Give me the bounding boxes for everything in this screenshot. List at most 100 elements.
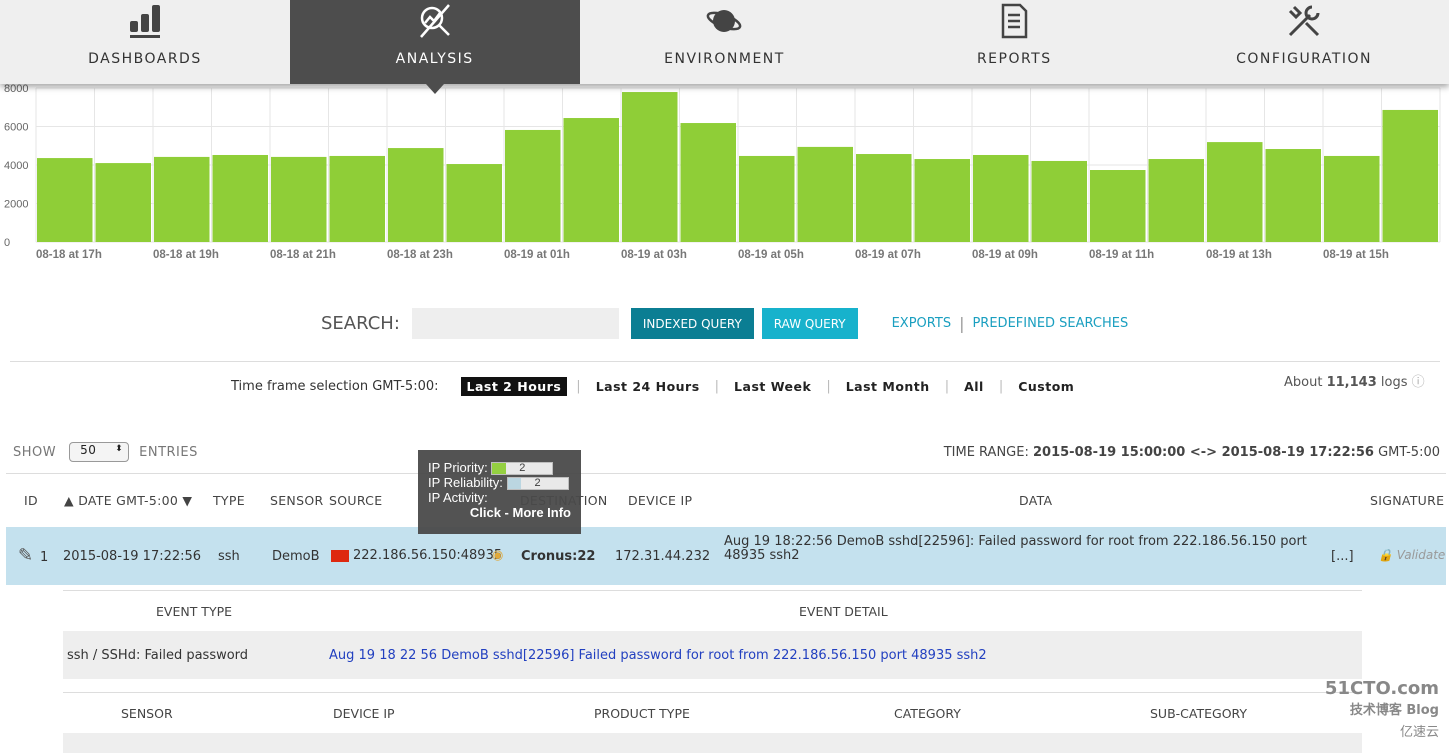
- product-type-header: PRODUCT TYPE: [594, 706, 690, 721]
- nav-label: ENVIRONMENT: [664, 51, 785, 67]
- nav-label: CONFIGURATION: [1236, 51, 1373, 67]
- timeframe-last-2-hours[interactable]: Last 2 Hours: [460, 377, 568, 396]
- col-data[interactable]: DATA: [1019, 493, 1052, 508]
- table-row[interactable]: ✎ 1 2015-08-19 17:22:56 ssh DemoB 222.18…: [6, 527, 1446, 585]
- bar: [797, 146, 853, 242]
- y-tick-label: 2000: [4, 199, 28, 211]
- col-signature[interactable]: SIGNATURE: [1370, 493, 1444, 508]
- bar: [212, 154, 268, 242]
- y-tick-label: 4000: [4, 160, 28, 172]
- x-tick-label: 08-19 at 07h: [855, 249, 921, 261]
- bar: [505, 129, 561, 242]
- sensor-header: SENSOR: [121, 706, 173, 721]
- timeframe-last-month[interactable]: Last Month: [840, 377, 936, 396]
- tooltip-label: IP Reliability:: [428, 475, 503, 491]
- divider: [10, 361, 1440, 362]
- col-type[interactable]: TYPE: [213, 493, 245, 508]
- timeframe-selector: Time frame selection GMT-5:00: Last 2 Ho…: [231, 377, 1080, 396]
- indexed-query-button[interactable]: INDEXED QUERY: [630, 308, 754, 339]
- help-icon[interactable]: ⓘ: [1412, 375, 1425, 390]
- event-detail-panel: EVENT TYPE EVENT DETAIL ssh / SSHd: Fail…: [63, 590, 1362, 679]
- log-count: About 11,143 logs ⓘ: [1284, 375, 1425, 390]
- main-nav: DASHBOARDS ANALYSIS ENVIRONMENT REPORTS …: [0, 0, 1449, 94]
- nav-configuration[interactable]: CONFIGURATION: [1159, 0, 1449, 84]
- row-destination[interactable]: Cronus:22: [521, 549, 595, 564]
- device-ip-header: DEVICE IP: [333, 706, 395, 721]
- bar: [95, 163, 151, 242]
- row-more-link[interactable]: [...]: [1331, 549, 1354, 564]
- x-tick-label: 08-19 at 01h: [504, 249, 570, 261]
- nav-label: DASHBOARDS: [88, 51, 202, 67]
- bar: [914, 159, 970, 242]
- bar: [563, 118, 619, 242]
- row-source[interactable]: 222.186.56.150:48935: [353, 548, 502, 563]
- row-sensor: DemoB: [272, 549, 320, 564]
- nav-reports[interactable]: REPORTS: [869, 0, 1159, 84]
- x-tick-label: 08-18 at 17h: [36, 249, 102, 261]
- bar: [1148, 159, 1204, 242]
- timeframe-label: Time frame selection GMT-5:00:: [231, 379, 439, 394]
- x-tick-label: 08-19 at 09h: [972, 249, 1038, 261]
- divider: |: [959, 314, 965, 333]
- exports-link[interactable]: EXPORTS: [892, 316, 951, 331]
- raw-query-button[interactable]: RAW QUERY: [761, 308, 858, 339]
- divider: [6, 473, 1446, 474]
- lock-icon: 🔒: [1378, 548, 1393, 562]
- y-tick-label: 8000: [4, 83, 28, 95]
- col-source[interactable]: SOURCE: [329, 493, 382, 508]
- search-bar: SEARCH: INDEXED QUERY RAW QUERY EXPORTS …: [321, 308, 1128, 339]
- bar: [388, 148, 444, 242]
- timeframe-all[interactable]: All: [958, 377, 990, 396]
- col-id[interactable]: ID: [24, 493, 38, 508]
- ip-reputation-tooltip[interactable]: IP Priority: 2 IP Reliability: 2 IP Acti…: [418, 450, 581, 534]
- entries-label: ENTRIES: [139, 444, 198, 460]
- x-tick-label: 08-19 at 11h: [1089, 249, 1154, 261]
- pin-icon[interactable]: ✎: [18, 545, 33, 566]
- nav-dashboards[interactable]: DASHBOARDS: [0, 0, 290, 84]
- search-input[interactable]: [411, 308, 619, 339]
- priority-meter: 2: [491, 462, 554, 476]
- more-info-link[interactable]: Click - More Info: [428, 505, 571, 520]
- row-date: 2015-08-19 17:22:56: [63, 549, 202, 564]
- reputation-icon[interactable]: ◉: [492, 548, 503, 563]
- col-device-ip[interactable]: DEVICE IP: [628, 493, 692, 508]
- col-sensor[interactable]: SENSOR: [270, 493, 323, 508]
- x-tick-label: 08-18 at 23h: [387, 249, 453, 261]
- analysis-magnifier-icon: [419, 4, 450, 38]
- predefined-searches-link[interactable]: PREDEFINED SEARCHES: [972, 316, 1128, 331]
- tooltip-label: IP Activity:: [428, 490, 488, 506]
- tools-icon: [1289, 5, 1320, 37]
- nav-label: REPORTS: [976, 51, 1052, 67]
- row-id: 1: [40, 550, 49, 565]
- x-tick-label: 08-19 at 03h: [621, 249, 687, 261]
- bar: [1324, 155, 1380, 242]
- timeframe-custom[interactable]: Custom: [1012, 377, 1080, 396]
- nav-label: ANALYSIS: [395, 51, 474, 67]
- bar: [1265, 149, 1321, 242]
- timeframe-last-24-hours[interactable]: Last 24 Hours: [590, 377, 706, 396]
- nav-environment[interactable]: ENVIRONMENT: [580, 0, 870, 84]
- china-flag-icon: [331, 550, 349, 562]
- bar: [622, 92, 678, 242]
- event-type-header: EVENT TYPE: [156, 604, 233, 619]
- nav-analysis[interactable]: ANALYSIS: [289, 0, 580, 94]
- entries-select[interactable]: 50 ⬍: [69, 442, 130, 462]
- bar: [329, 155, 385, 242]
- x-tick-label: 08-19 at 13h: [1206, 249, 1272, 261]
- event-detail-value[interactable]: Aug 19 18 22 56 DemoB sshd[22596] Failed…: [329, 648, 987, 663]
- planet-icon: [707, 10, 742, 32]
- bar: [973, 154, 1029, 242]
- time-range: TIME RANGE: 2015-08-19 15:00:00 <-> 2015…: [943, 445, 1440, 460]
- timeframe-last-week[interactable]: Last Week: [728, 377, 817, 396]
- stepper-icon: ⬍: [115, 444, 124, 454]
- logs-histogram: 0 2000 4000 6000 8000 08-18 at 17h 08-18 at 19…: [4, 83, 1441, 261]
- validate-link[interactable]: 🔒 Validate: [1378, 548, 1445, 562]
- bar: [154, 156, 210, 242]
- bar: [1090, 170, 1146, 242]
- bar: [446, 164, 502, 242]
- bar: [856, 154, 912, 242]
- reliability-meter: 2: [506, 477, 569, 491]
- event-type-value: ssh / SSHd: Failed password: [67, 648, 249, 663]
- col-date[interactable]: ▲ DATE GMT-5:00 ▼: [64, 493, 192, 508]
- document-icon: [1002, 3, 1028, 39]
